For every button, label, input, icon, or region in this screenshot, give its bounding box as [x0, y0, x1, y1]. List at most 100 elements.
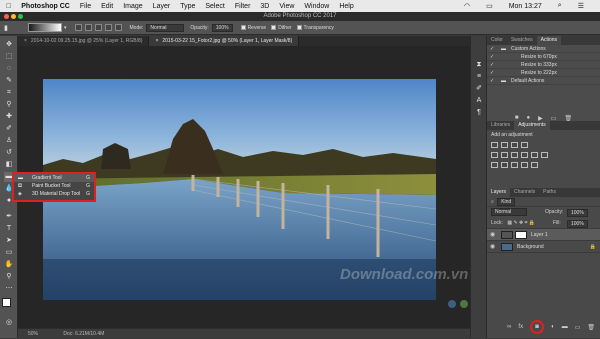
layer-kind-select[interactable]: Kind — [497, 198, 516, 206]
menu-view[interactable]: View — [279, 3, 294, 10]
pen-tool-icon[interactable]: ✒ — [4, 212, 14, 222]
zoom-level[interactable]: 50% — [28, 331, 38, 337]
menu-file[interactable]: File — [80, 3, 91, 10]
wifi-icon[interactable]: ◠ — [464, 2, 470, 10]
document-tab-2[interactable]: × 2015-03-22 15_Fotor2.jpg @ 50% (Layer 1… — [149, 36, 300, 46]
eye-icon[interactable]: ◉ — [490, 241, 495, 253]
gradient-picker[interactable] — [28, 23, 62, 32]
menu-type[interactable]: Type — [180, 3, 195, 10]
tab-color[interactable]: Color — [487, 36, 507, 45]
menu-layer[interactable]: Layer — [153, 3, 171, 10]
tab-adjustments[interactable]: Adjustments — [514, 121, 550, 130]
tab-channels[interactable]: Channels — [510, 188, 539, 197]
quick-mask-icon[interactable]: ◎ — [4, 318, 14, 328]
move-tool-icon[interactable]: ✥ — [4, 40, 14, 50]
close-window-button[interactable] — [4, 14, 9, 19]
hand-tool-icon[interactable]: ✋ — [4, 260, 14, 270]
hue-saturation-icon[interactable] — [501, 152, 508, 158]
chevron-down-icon[interactable]: ▾ — [64, 25, 67, 31]
action-set-default[interactable]: ✓ ▬ Default Actions — [487, 77, 600, 85]
quick-select-tool-icon[interactable]: ✎ — [4, 76, 14, 86]
search-icon[interactable]: ⌕ — [558, 2, 562, 10]
paragraph-icon[interactable]: ¶ — [474, 108, 484, 118]
vibrance-icon[interactable] — [491, 152, 498, 158]
tool-preset-icon[interactable]: ▮ — [4, 24, 8, 32]
eyedropper-tool-icon[interactable]: ⚲ — [4, 100, 14, 110]
zoom-tool-icon[interactable]: ⚲ — [4, 272, 14, 282]
action-resize-222[interactable]: ✓ Resize to 222px — [487, 69, 600, 77]
layer-row-layer-1[interactable]: ◉ Layer 1 — [487, 229, 600, 241]
crop-tool-icon[interactable]: ⌗ — [4, 88, 14, 98]
new-group-icon[interactable]: ▬ — [562, 324, 568, 330]
posterize-icon[interactable] — [501, 162, 508, 168]
linear-gradient-icon[interactable] — [74, 24, 82, 31]
battery-icon[interactable]: ▭ — [486, 2, 493, 10]
trash-icon[interactable]: 🗑 — [587, 324, 595, 331]
eraser-tool-icon[interactable]: ◧ — [4, 160, 14, 170]
eye-icon[interactable]: ◉ — [490, 229, 495, 241]
character-icon[interactable]: A — [474, 96, 484, 106]
doc-size[interactable]: Doc: 6.21M/10.4M — [63, 331, 104, 337]
flyout-3d-material-drop-tool[interactable]: ◈ 3D Material Drop Tool G — [14, 190, 94, 198]
close-icon[interactable]: × — [155, 38, 158, 44]
lock-icons[interactable]: ▦ ✎ ✥ ⌗ 🔒 — [507, 220, 535, 226]
trash-icon[interactable]: 🗑 — [564, 115, 572, 125]
new-layer-icon[interactable]: ▭ — [575, 324, 581, 331]
type-tool-icon[interactable]: T — [4, 224, 14, 234]
tab-actions[interactable]: Actions — [536, 36, 562, 45]
gradient-map-icon[interactable] — [521, 162, 528, 168]
menu-edit[interactable]: Edit — [101, 3, 113, 10]
apple-menu-icon[interactable]:  — [6, 3, 11, 10]
menu-help[interactable]: Help — [339, 3, 353, 10]
properties-icon[interactable]: ≡ — [474, 72, 484, 82]
menu-3d[interactable]: 3D — [260, 3, 269, 10]
menu-select[interactable]: Select — [205, 3, 224, 10]
path-select-tool-icon[interactable]: ➤ — [4, 236, 14, 246]
add-mask-button[interactable]: ◙ — [530, 320, 545, 334]
reverse-checkbox[interactable]: Reverse — [240, 25, 266, 31]
tab-paths[interactable]: Paths — [539, 188, 560, 197]
transparency-checkbox[interactable]: Transparency — [296, 25, 334, 31]
document-tab-1[interactable]: × 2014-10-02 09.25.15.jpg @ 25% (Layer 1,… — [18, 36, 150, 46]
menu-image[interactable]: Image — [123, 3, 142, 10]
tab-layers[interactable]: Layers — [487, 188, 511, 197]
close-icon[interactable]: × — [24, 38, 27, 44]
curves-icon[interactable] — [511, 142, 518, 148]
selective-color-icon[interactable] — [531, 162, 538, 168]
invert-icon[interactable] — [491, 162, 498, 168]
color-balance-icon[interactable] — [511, 152, 518, 158]
foreground-color-swatch[interactable] — [2, 298, 11, 307]
fx-icon[interactable]: fx — [518, 324, 523, 330]
flyout-paint-bucket-tool[interactable]: ⛾ Paint Bucket Tool G — [14, 182, 94, 190]
diamond-gradient-icon[interactable] — [114, 24, 122, 31]
radial-gradient-icon[interactable] — [84, 24, 92, 31]
levels-icon[interactable] — [501, 142, 508, 148]
minimize-window-button[interactable] — [11, 14, 16, 19]
channel-mixer-icon[interactable] — [541, 152, 548, 158]
tab-swatches[interactable]: Swatches — [507, 36, 537, 45]
brush-tool-icon[interactable]: ✐ — [4, 124, 14, 134]
layer-mask-thumbnail[interactable] — [515, 231, 527, 239]
tab-libraries[interactable]: Libraries — [487, 121, 514, 130]
brightness-icon[interactable] — [491, 142, 498, 148]
marquee-tool-icon[interactable]: ⬚ — [4, 52, 14, 62]
more-tools-icon[interactable]: ⋯ — [4, 284, 14, 294]
dither-checkbox[interactable]: Dither — [271, 25, 292, 31]
menu-window[interactable]: Window — [304, 3, 329, 10]
action-resize-333[interactable]: ✓ Resize to 333px — [487, 61, 600, 69]
clone-stamp-tool-icon[interactable]: ♙ — [4, 136, 14, 146]
action-resize-670[interactable]: ✓ Resize to 670px — [487, 53, 600, 61]
black-white-icon[interactable] — [521, 152, 528, 158]
photo-filter-icon[interactable] — [531, 152, 538, 158]
menu-list-icon[interactable]: ☰ — [578, 2, 584, 10]
exposure-icon[interactable] — [521, 142, 528, 148]
layer-opacity-input[interactable]: 100% — [567, 209, 588, 217]
action-set-custom[interactable]: ✓ ▬ Custom Actions — [487, 45, 600, 53]
lasso-tool-icon[interactable]: ◌ — [4, 64, 14, 74]
menu-filter[interactable]: Filter — [235, 3, 251, 10]
opacity-input[interactable]: 100% — [211, 23, 233, 32]
zoom-window-button[interactable] — [18, 14, 23, 19]
new-set-icon[interactable]: ▭ — [551, 115, 557, 125]
layer-row-background[interactable]: ◉ Background 🔒 — [487, 241, 600, 253]
flyout-gradient-tool[interactable]: ▬ Gradient Tool G — [14, 174, 94, 182]
